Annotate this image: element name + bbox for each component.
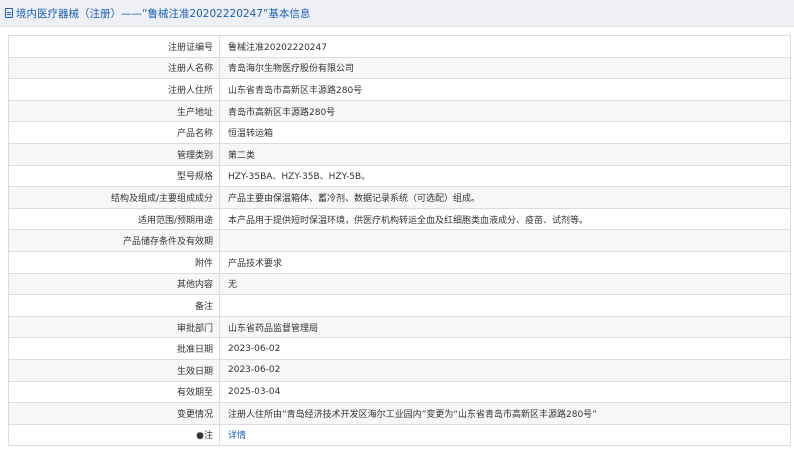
table-row: 注册证编号 鲁械注准20202220247 — [8, 35, 791, 58]
field-label: 附件 — [8, 250, 220, 274]
field-value: 鲁械注准20202220247 — [219, 35, 791, 58]
page-header: 境内医疗器械（注册）——“鲁械注准20202220247”基本信息 — [0, 0, 794, 27]
table-row: 变更情况 注册人住所由“青岛经济技术开发区海尔工业园内”变更为“山东省青岛市高新区… — [8, 402, 791, 425]
detail-link[interactable]: 详情 — [228, 431, 246, 441]
field-label: 批准日期 — [8, 337, 220, 360]
field-value: 青岛海尔生物医疗股份有限公司 — [219, 56, 791, 80]
field-label: 生效日期 — [8, 358, 220, 382]
field-value: 山东省药品监督管理局 — [219, 315, 791, 339]
table-row: 型号规格 HZY-35BA、HZY-35B、HZY-5B。 — [8, 164, 791, 188]
field-value — [219, 294, 791, 317]
field-value: 恒温转运箱 — [219, 121, 791, 144]
field-label: 审批部门 — [8, 315, 220, 339]
table-row: 审批部门 山东省药品监督管理局 — [8, 315, 791, 339]
document-icon — [5, 8, 13, 18]
field-label: 注册人名称 — [8, 56, 220, 80]
field-label: 产品名称 — [8, 121, 220, 144]
table-row: 产品储存条件及有效期 — [8, 229, 791, 252]
field-value: 无 — [219, 272, 791, 296]
table-row: 生效日期 2023-06-02 — [8, 358, 791, 382]
info-table-body: 注册证编号 鲁械注准20202220247 注册人名称 青岛海尔生物医疗股份有限公司注… — [8, 35, 791, 447]
field-label: 有效期至 — [8, 380, 220, 404]
field-label: 管理类别 — [8, 142, 220, 166]
field-value — [219, 229, 791, 252]
note-value: 详情 — [219, 423, 791, 447]
field-value: 2025-03-04 — [219, 380, 791, 404]
table-row: 生产地址 青岛市高新区丰源路280号 — [8, 99, 791, 123]
field-label: 适用范围/预期用途 — [8, 207, 220, 231]
field-value: 第二类 — [219, 142, 791, 166]
note-label: ●注 — [8, 423, 220, 447]
field-label: 变更情况 — [8, 402, 220, 425]
field-value: 产品主要由保温箱体、蓄冷剂、数据记录系统（可选配）组成。 — [219, 186, 791, 209]
field-label: 结构及组成/主要组成成分 — [8, 186, 220, 209]
table-row: 批准日期 2023-06-02 — [8, 337, 791, 360]
info-table-container: 注册证编号 鲁械注准20202220247 注册人名称 青岛海尔生物医疗股份有限公司注… — [8, 35, 791, 447]
field-value: 山东省青岛市高新区丰源路280号 — [219, 78, 791, 101]
field-label: 生产地址 — [8, 99, 220, 123]
table-row: 附件 产品技术要求 — [8, 250, 791, 274]
field-value: HZY-35BA、HZY-35B、HZY-5B。 — [219, 164, 791, 188]
table-row: 注册人名称 青岛海尔生物医疗股份有限公司 — [8, 56, 791, 80]
table-row: 有效期至 2025-03-04 — [8, 380, 791, 404]
table-row: 管理类别 第二类 — [8, 142, 791, 166]
field-label: 注册证编号 — [8, 35, 220, 58]
field-label: 备注 — [8, 294, 220, 317]
table-row: 备注 — [8, 294, 791, 317]
note-row: ●注 详情 — [8, 423, 791, 447]
field-value: 产品技术要求 — [219, 250, 791, 274]
field-label: 产品储存条件及有效期 — [8, 229, 220, 252]
table-row: 注册人住所 山东省青岛市高新区丰源路280号 — [8, 78, 791, 101]
table-row: 结构及组成/主要组成成分 产品主要由保温箱体、蓄冷剂、数据记录系统（可选配）组成。 — [8, 186, 791, 209]
field-label: 其他内容 — [8, 272, 220, 296]
field-label: 型号规格 — [8, 164, 220, 188]
field-value: 青岛市高新区丰源路280号 — [219, 99, 791, 123]
field-value: 2023-06-02 — [219, 337, 791, 360]
note-label-text: 注 — [203, 431, 213, 442]
table-row: 适用范围/预期用途 本产品用于提供短时保温环境，供医疗机构转运全血及红细胞类血液成… — [8, 207, 791, 231]
info-table: 注册证编号 鲁械注准20202220247 注册人名称 青岛海尔生物医疗股份有限公司注… — [8, 35, 791, 447]
page-title: 境内医疗器械（注册）——“鲁械注准20202220247”基本信息 — [16, 7, 311, 20]
table-row: 产品名称 恒温转运箱 — [8, 121, 791, 144]
table-row: 其他内容无 — [8, 272, 791, 296]
note-bullet-icon: ● — [196, 431, 204, 442]
field-label: 注册人住所 — [8, 78, 220, 101]
field-value: 2023-06-02 — [219, 358, 791, 382]
field-value: 本产品用于提供短时保温环境，供医疗机构转运全血及红细胞类血液成分、疫苗、试剂等。 — [219, 207, 791, 231]
field-value: 注册人住所由“青岛经济技术开发区海尔工业园内”变更为“山东省青岛市高新区丰源路2… — [219, 402, 791, 425]
